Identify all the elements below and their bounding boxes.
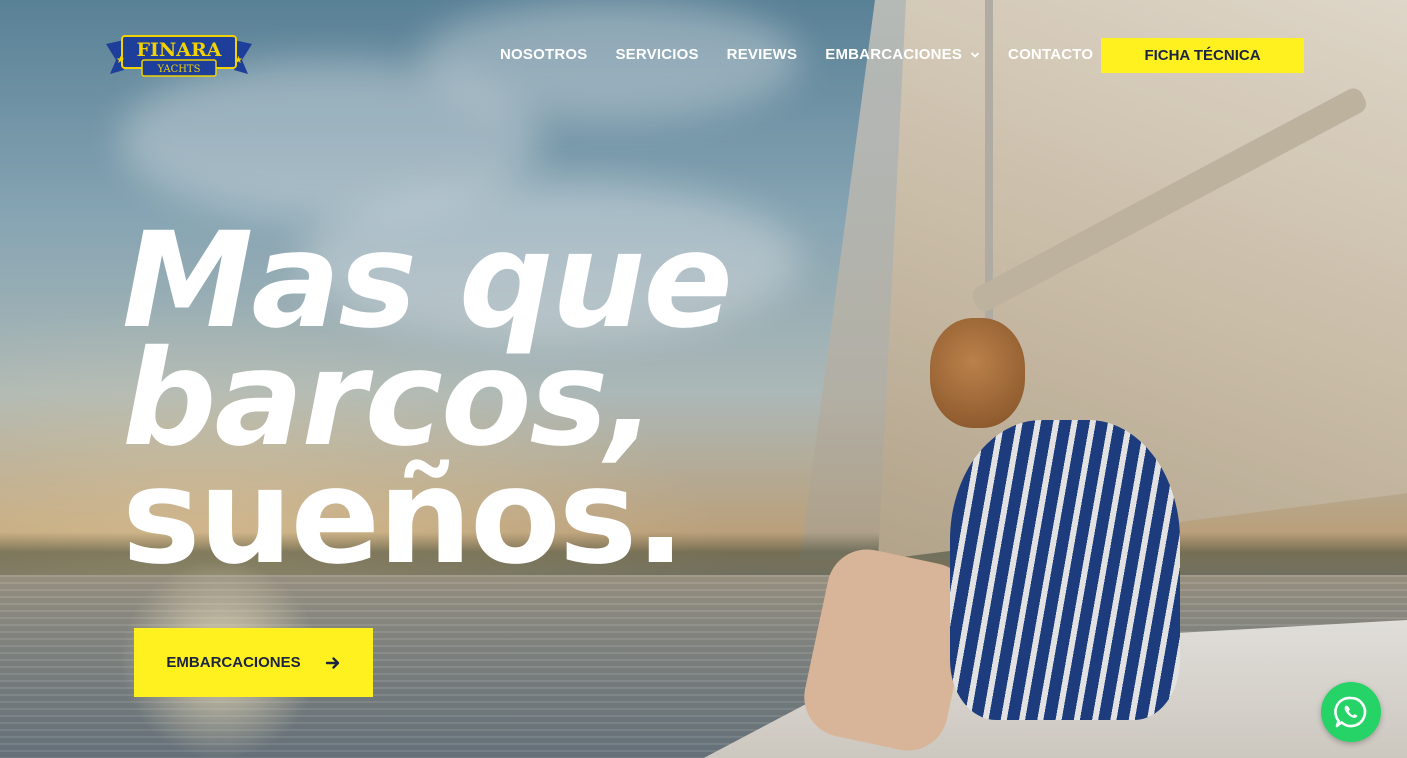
whatsapp-icon — [1334, 696, 1367, 728]
ficha-tecnica-button[interactable]: FICHA TÉCNICA — [1101, 38, 1304, 73]
whatsapp-button[interactable] — [1321, 682, 1381, 742]
ficha-tecnica-label: FICHA TÉCNICA — [1144, 47, 1261, 64]
nav-item-label: EMBARCACIONES — [825, 46, 963, 63]
nav-item-label: SERVICIOS — [615, 46, 699, 63]
nav-item-label: CONTACTO — [1008, 46, 1094, 63]
hero-headline: Mas que barcos, sueños. — [122, 215, 882, 594]
main-nav: NOSOTROS SERVICIOS REVIEWS EMBARCACIONES… — [500, 46, 1121, 63]
logo-title: FINARA — [136, 39, 221, 61]
arrow-right-icon — [325, 656, 339, 669]
nav-item-embarcaciones[interactable]: EMBARCACIONES — [825, 46, 980, 63]
svg-text:★: ★ — [234, 55, 243, 66]
nav-item-nosotros[interactable]: NOSOTROS — [500, 46, 587, 63]
site-logo[interactable]: ★ ★ FINARA YACHTS — [104, 30, 254, 78]
svg-text:★: ★ — [116, 55, 125, 66]
logo-subtitle: YACHTS — [157, 64, 201, 75]
nav-item-label: REVIEWS — [726, 46, 798, 63]
embarcaciones-button[interactable]: EMBARCACIONES — [134, 628, 373, 697]
embarcaciones-button-label: EMBARCACIONES — [166, 654, 301, 671]
nav-item-label: NOSOTROS — [500, 46, 588, 63]
headline-line-3: sueños. — [122, 440, 685, 594]
nav-item-reviews[interactable]: REVIEWS — [727, 46, 798, 63]
logo-mark: ★ ★ FINARA YACHTS — [106, 35, 252, 77]
nav-item-contacto[interactable]: CONTACTO — [1008, 46, 1093, 63]
chevron-down-icon — [970, 51, 980, 58]
nav-item-servicios[interactable]: SERVICIOS — [615, 46, 698, 63]
